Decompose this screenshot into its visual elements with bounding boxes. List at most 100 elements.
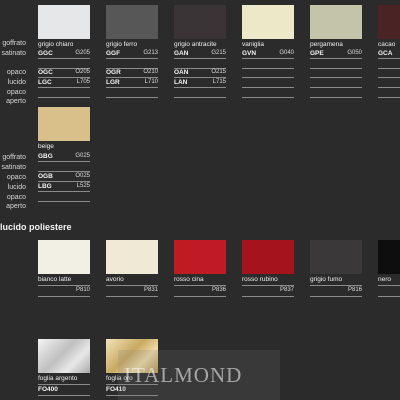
finish-number: G025 [75,153,90,159]
finish-number: G050 [347,50,362,56]
watermark-logo: ITALMOND [124,363,243,387]
row-rule [242,97,294,98]
row-rule [174,97,226,98]
row-rule [242,87,294,88]
color-swatch [38,240,90,274]
row-rule [378,77,400,78]
swatch-name: avorio [106,276,124,283]
row-rule [106,285,158,286]
finish-number: O215 [211,69,226,75]
row-rule [310,77,362,78]
finish-code: GGC [38,50,53,57]
row-rule [378,296,400,297]
row-rule [38,191,90,192]
row-rule [174,58,226,59]
row-rule [242,296,294,297]
finish-code: FO400 [38,386,58,393]
row-rule [106,97,158,98]
row-rule [38,285,90,286]
finish-number: G205 [75,50,90,56]
finish-label-opaco-aperto: opaco aperto [6,89,26,105]
row-rule [378,285,400,286]
row-rule [310,296,362,297]
row-rule [38,97,90,98]
row-rule [310,87,362,88]
finish-number: L710 [144,79,158,85]
finish-number: G215 [211,50,226,56]
row-rule [310,58,362,59]
finish-label-satinato: satinato [1,50,26,57]
row-rule [174,296,226,297]
finish-code: LAN [174,79,188,86]
finish-label-lucido: lucido [7,184,26,191]
row-rule [38,77,90,78]
finish-number: L525 [76,183,90,189]
swatch-name: grigio antracite [174,41,217,48]
finish-number: O205 [75,69,90,75]
color-swatch [106,240,158,274]
color-swatch [310,240,362,274]
swatch-name: grigio fumo [310,276,343,283]
finish-number: L705 [76,79,90,85]
color-swatch [242,240,294,274]
row-rule [242,68,294,69]
swatch-name: vaniglia [242,41,265,48]
row-rule [106,296,158,297]
swatch-name: beige [38,143,54,150]
swatch-name: grigio chiaro [38,41,74,48]
finish-number: L715 [212,79,226,85]
finish-code: OGC [38,69,53,76]
row-rule [38,395,90,396]
finish-code: GGF [106,50,121,57]
row-rule [242,77,294,78]
swatch-name: bianco latte [38,276,72,283]
finish-code: P836 [211,287,226,293]
swatch-name: rosso cina [174,276,204,283]
color-swatch [378,240,400,274]
finish-code: OGB [38,173,53,180]
finish-code: P831 [143,287,158,293]
finish-label-satinato: satinato [1,164,26,171]
finish-code: LBG [38,183,52,190]
row-rule [242,58,294,59]
finish-code: P837 [279,287,294,293]
row-rule [242,285,294,286]
row-rule [38,58,90,59]
swatch-name: rosso rubino [242,276,278,283]
finish-number: G040 [279,50,294,56]
finish-label-lucido: lucido [7,79,26,86]
finish-code: GVN [242,50,257,57]
row-rule [378,58,400,59]
row-rule [378,68,400,69]
row-rule [38,161,90,162]
watermark-panel: ITALMOND [118,350,280,400]
row-rule [38,384,90,385]
finish-number: O210 [143,69,158,75]
row-rule [174,285,226,286]
row-rule [174,87,226,88]
finish-code: GPE [310,50,324,57]
finish-code: LGC [38,79,52,86]
row-rule [106,58,158,59]
row-rule [38,201,90,202]
row-rule [378,97,400,98]
row-rule [106,87,158,88]
swatch-name: nero [378,276,392,283]
color-swatch [174,240,226,274]
finish-code: OGR [106,69,121,76]
row-rule [174,77,226,78]
finish-code: OAN [174,69,189,76]
swatch-name: cacao [378,41,396,48]
swatch-name: foglia argento [38,375,78,382]
finish-code: GAN [174,50,189,57]
row-rule [310,97,362,98]
finish-code: GCA [378,50,393,57]
row-rule [378,87,400,88]
swatch-name: grigio ferro [106,41,138,48]
finish-label-opaco-aperto: opaco aperto [6,194,26,210]
row-rule [38,181,90,182]
color-swatch [174,5,226,39]
color-swatch [242,5,294,39]
color-swatch [310,5,362,39]
color-swatch [38,107,90,141]
